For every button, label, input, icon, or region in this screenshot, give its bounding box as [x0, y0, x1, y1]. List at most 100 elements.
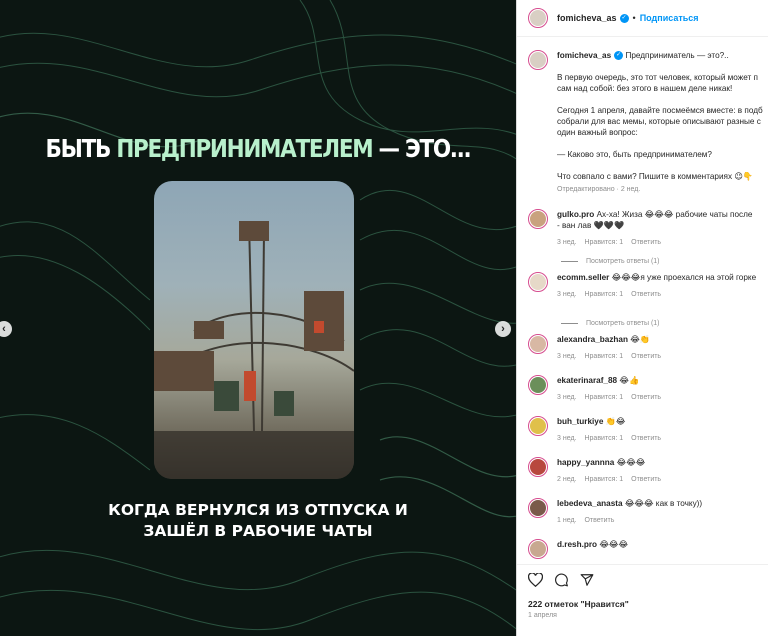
reply-button[interactable]: Ответить — [631, 435, 661, 442]
reply-button[interactable]: Ответить — [631, 239, 661, 246]
chevron-right-icon: › — [501, 323, 505, 335]
comment-meta: 1 нед. Ответить — [557, 515, 768, 526]
comment-item: buh_turkiye 👏😂 3 нед. Нравится: 1 Ответить — [517, 416, 768, 457]
comment-username[interactable]: alexandra_bazhan — [557, 335, 628, 344]
reply-button[interactable]: Ответить — [631, 394, 661, 401]
comment-meta: 3 нед. Нравится: 1 Ответить — [557, 289, 768, 300]
comment-meta: 3 нед. Нравится: 1 Ответить — [557, 237, 768, 248]
separator-dot: • — [632, 13, 636, 23]
post-side-panel: fomicheva_as ✓ • Подписаться fomicheva_a… — [516, 0, 768, 636]
headline: БЫТЬ ПРЕДПРИНИМАТЕЛЕМ — ЭТО... — [36, 134, 480, 163]
comment-time[interactable]: 1 нед. — [557, 517, 576, 524]
comment-text: Ах-ха! Жиза 😂😂😂 рабочие чаты после — [596, 210, 753, 219]
comment-time[interactable]: 3 нед. — [557, 435, 576, 442]
author-avatar[interactable] — [528, 8, 548, 28]
reply-button[interactable]: Ответить — [631, 476, 661, 483]
comment-text-line2: - ван лав 🖤🖤🖤 — [557, 221, 625, 230]
view-replies-button[interactable]: Посмотреть ответы (1) — [517, 313, 768, 334]
reply-button[interactable]: Ответить — [631, 353, 661, 360]
comment-meta: 3 нед. Нравится: 1 Ответить — [557, 351, 768, 362]
comment-time[interactable]: 3 нед. — [557, 394, 576, 401]
comment-username[interactable]: gulko.pro — [557, 210, 594, 219]
comments-scroll-area[interactable]: fomicheva_as ✓ Предприниматель — это?.. В… — [517, 38, 768, 564]
comment-text: 😂😂😂 — [616, 458, 646, 467]
post-header: fomicheva_as ✓ • Подписаться — [517, 0, 768, 37]
comment-likes[interactable]: Нравится: 1 — [584, 476, 623, 483]
verified-badge-icon: ✓ — [614, 51, 624, 61]
comment-text: 👏😂 — [605, 417, 626, 426]
next-slide-button[interactable]: › — [495, 321, 511, 337]
comment-text: 😂😂😂 как в точку)) — [624, 499, 703, 508]
caption-para1-line2: сам над собой: без этого в нашем деле ни… — [557, 84, 733, 93]
comment-username[interactable]: happy_yannna — [557, 458, 614, 467]
comment-username[interactable]: lebedeva_anasta — [557, 499, 623, 508]
comment-likes[interactable]: Нравится: 1 — [584, 435, 623, 442]
meme-photo — [154, 181, 354, 479]
reply-button[interactable]: Ответить — [631, 291, 661, 298]
commenter-avatar[interactable] — [528, 416, 548, 436]
caption-para2-line3: один важный вопрос: — [557, 128, 638, 137]
headline-part2: — ЭТО... — [378, 134, 472, 163]
view-replies-label: Посмотреть ответы (1) — [586, 320, 660, 327]
caption-username[interactable]: fomicheva_as — [557, 51, 611, 60]
amusement-ride-image — [154, 220, 354, 479]
comment-likes[interactable]: Нравится: 1 — [584, 353, 623, 360]
comment-text: 😂😂😂 — [599, 540, 629, 549]
comment-username[interactable]: ekaterinaraf_88 — [557, 376, 617, 385]
caption-para3: — Каково это, быть предпринимателем? — [557, 150, 712, 159]
comment-time[interactable]: 2 нед. — [557, 476, 576, 483]
caption-para1-line1: В первую очередь, это тот человек, котор… — [557, 73, 758, 82]
reply-button[interactable]: Ответить — [584, 517, 614, 524]
comment-item: d.resh.pro 😂😂😂 — [517, 539, 768, 564]
headline-accent: ПРЕДПРИНИМАТЕЛЕМ — [116, 134, 373, 163]
comment-meta: 3 нед. Нравится: 1 Ответить — [557, 392, 768, 403]
author-username[interactable]: fomicheva_as — [557, 13, 617, 23]
comment-likes[interactable]: Нравится: 1 — [584, 239, 623, 246]
commenter-avatar[interactable] — [528, 457, 548, 477]
comment-item: happy_yannna 😂😂😂 2 нед. Нравится: 1 Ответит… — [517, 457, 768, 498]
caption-para4: Что совпало с вами? Пишите в комментария… — [557, 172, 754, 181]
comment-text: 😂😂😂я уже проехался на этой горке — [611, 273, 757, 282]
comment-text: 😂👏 — [630, 335, 651, 344]
commenter-avatar[interactable] — [528, 272, 548, 292]
commenter-avatar[interactable] — [528, 498, 548, 518]
commenter-avatar[interactable] — [528, 334, 548, 354]
commenter-avatar[interactable] — [528, 375, 548, 395]
caption-para2-line1: Сегодня 1 апреля, давайте посмеёмся вмес… — [557, 106, 763, 115]
comment-icon[interactable] — [554, 573, 569, 593]
verified-badge-icon: ✓ — [619, 13, 629, 23]
caption-para2-line2: собрали для вас мемы, которые описывают … — [557, 117, 761, 126]
replies-line — [561, 261, 578, 262]
caption-line-1: КОГДА ВЕРНУЛСЯ ИЗ ОТПУСКА И — [108, 501, 408, 519]
edited-label: Отредактировано · 2 нед. — [557, 186, 641, 193]
comment-time[interactable]: 3 нед. — [557, 291, 576, 298]
post-caption: fomicheva_as ✓ Предприниматель — это?.. В… — [517, 38, 768, 195]
view-replies-label: Посмотреть ответы (1) — [586, 258, 660, 265]
comment-username[interactable]: buh_turkiye — [557, 417, 603, 426]
comment-time[interactable]: 3 нед. — [557, 239, 576, 246]
heart-icon[interactable] — [527, 572, 544, 593]
comment-meta: 2 нед. Нравится: 1 Ответить — [557, 474, 768, 485]
post-date: 1 апреля — [528, 612, 557, 619]
share-icon[interactable] — [580, 573, 594, 593]
comment-item: gulko.pro Ах-ха! Жиза 😂😂😂 рабочие чаты п… — [517, 209, 768, 251]
comment-username[interactable]: ecomm.seller — [557, 273, 609, 282]
caption-line-2: ЗАШЁЛ В РАБОЧИЕ ЧАТЫ — [143, 522, 373, 540]
author-avatar-caption[interactable] — [528, 50, 548, 70]
comment-time[interactable]: 3 нед. — [557, 353, 576, 360]
comment-likes[interactable]: Нравится: 1 — [584, 394, 623, 401]
comment-username[interactable]: d.resh.pro — [557, 540, 597, 549]
comment-item: alexandra_bazhan 😂👏 3 нед. Нравится: 1 Отве… — [517, 334, 768, 375]
post-media: БЫТЬ ПРЕДПРИНИМАТЕЛЕМ — ЭТО... КОГДА ВЕР… — [0, 0, 516, 636]
view-replies-button[interactable]: Посмотреть ответы (1) — [517, 251, 768, 272]
likes-count[interactable]: 222 отметок "Нравится" — [517, 593, 768, 609]
comments-list: gulko.pro Ах-ха! Жиза 😂😂😂 рабочие чаты п… — [517, 209, 768, 564]
follow-button[interactable]: Подписаться — [640, 13, 699, 23]
commenter-avatar[interactable] — [528, 209, 548, 229]
comment-likes[interactable]: Нравится: 1 — [584, 291, 623, 298]
comment-text: 😂👍 — [619, 376, 640, 385]
chevron-left-icon: ‹ — [2, 323, 6, 335]
comment-meta: 3 нед. Нравится: 1 Ответить — [557, 433, 768, 444]
replies-line — [561, 323, 578, 324]
commenter-avatar[interactable] — [528, 539, 548, 559]
